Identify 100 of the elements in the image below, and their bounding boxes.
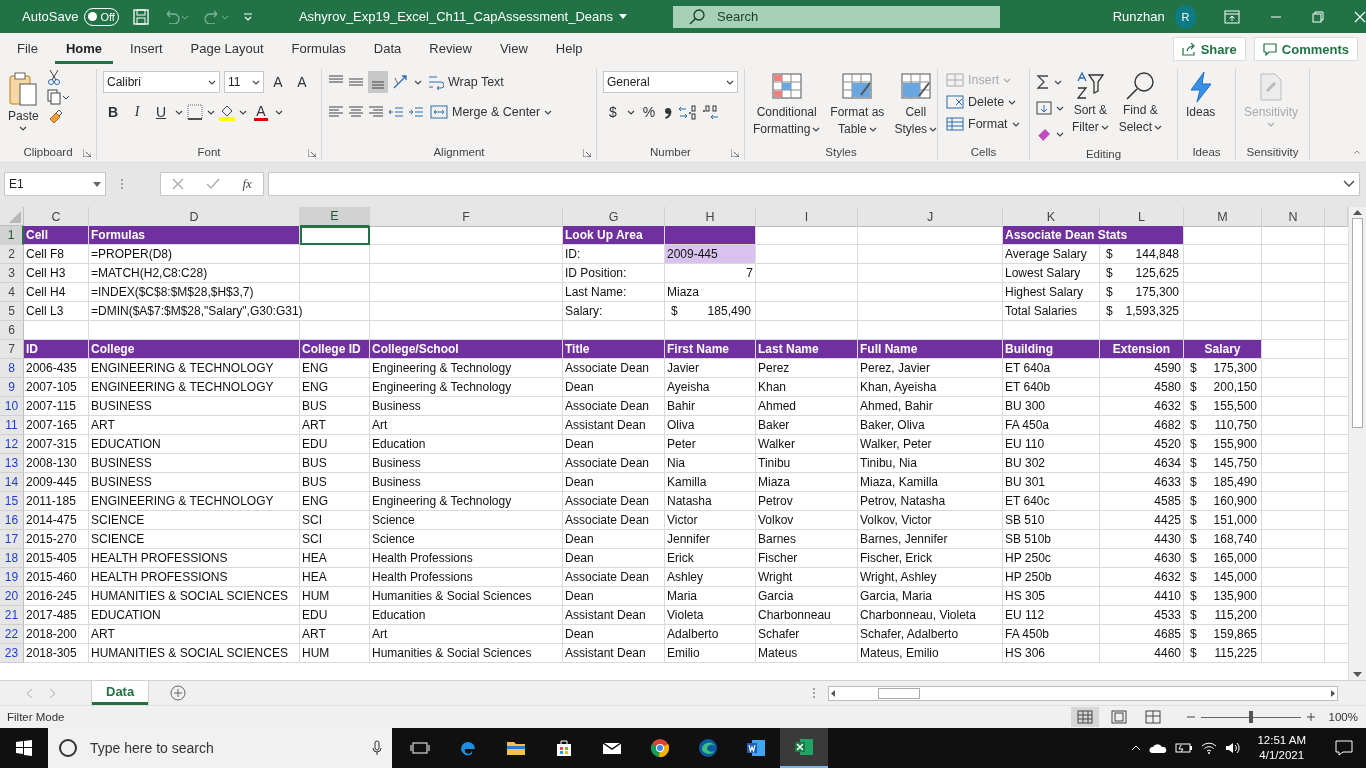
- table-cell: 2015-405: [24, 549, 89, 568]
- row-header[interactable]: 15: [0, 492, 24, 511]
- table-cell: Science: [370, 511, 563, 530]
- shrink-font-button[interactable]: A: [292, 71, 312, 93]
- column-header[interactable]: D: [89, 207, 300, 227]
- column-header[interactable]: M: [1184, 207, 1262, 227]
- row-header[interactable]: 2: [0, 245, 24, 264]
- column-header[interactable]: L: [1100, 207, 1184, 227]
- table-cell: Business: [370, 454, 563, 473]
- row-header[interactable]: 8: [0, 359, 24, 378]
- table-cell: Engineering & Technology: [370, 359, 563, 378]
- menu-tab[interactable]: Review: [418, 34, 483, 64]
- clock-time[interactable]: 12:51 AM: [1257, 733, 1306, 748]
- row-header[interactable]: 11: [0, 416, 24, 435]
- row-header[interactable]: 16: [0, 511, 24, 530]
- table-cell: Associate Dean: [563, 511, 665, 530]
- row-header[interactable]: 9: [0, 378, 24, 397]
- group-label: Sensitivity: [1246, 146, 1299, 158]
- format-cells-button[interactable]: Format: [944, 113, 1022, 135]
- number-format-field[interactable]: General: [603, 71, 738, 93]
- share-button[interactable]: Share: [1172, 37, 1246, 61]
- menu-tab[interactable]: File: [6, 34, 49, 64]
- row-header[interactable]: 10: [0, 397, 24, 416]
- table-cell: ENG: [300, 378, 370, 397]
- table-cell: =MATCH(H2,C8:C28): [89, 264, 300, 283]
- column-heading: College ID: [300, 340, 370, 359]
- delete-cells-button[interactable]: Delete: [944, 91, 1022, 113]
- ideas-button[interactable]: Ideas: [1184, 69, 1218, 122]
- row-header[interactable]: 12: [0, 435, 24, 454]
- row-header[interactable]: 20: [0, 587, 24, 606]
- row-header[interactable]: 1: [0, 226, 24, 245]
- conditional-formatting-button[interactable]: Conditional Formatting: [751, 69, 823, 139]
- table-cell: ET 640b: [1003, 378, 1100, 397]
- menu-tab[interactable]: Insert: [119, 34, 174, 64]
- italic-button[interactable]: I: [127, 101, 147, 123]
- taskbar-search-field[interactable]: Type here to search: [48, 728, 392, 768]
- row-header[interactable]: 4: [0, 283, 24, 302]
- format-as-table-button[interactable]: Format as Table: [828, 69, 887, 139]
- row-header[interactable]: 21: [0, 606, 24, 625]
- sort-filter-button[interactable]: Sort & Filter: [1070, 69, 1111, 137]
- underline-button[interactable]: U: [151, 101, 171, 123]
- column-heading: Look Up Area: [563, 226, 665, 245]
- row-header[interactable]: 13: [0, 454, 24, 473]
- column-header[interactable]: F: [370, 207, 563, 227]
- table-cell: 4632: [1100, 397, 1184, 416]
- cell-styles-button[interactable]: Cell Styles: [892, 69, 940, 139]
- table-cell: $ 144,848: [1100, 245, 1184, 264]
- menu-tab[interactable]: Page Layout: [179, 34, 275, 64]
- column-header[interactable]: C: [24, 207, 89, 227]
- bold-button[interactable]: B: [103, 101, 123, 123]
- merge-center-button[interactable]: Merge & Center: [428, 101, 555, 123]
- row-header[interactable]: 6: [0, 321, 24, 340]
- column-header[interactable]: H: [665, 207, 756, 227]
- row-header[interactable]: 7: [0, 340, 24, 359]
- currency-button[interactable]: $: [603, 101, 623, 123]
- column-header[interactable]: I: [756, 207, 858, 227]
- name-box[interactable]: E1: [4, 172, 106, 196]
- font-size-field[interactable]: 11: [224, 71, 264, 93]
- percent-button[interactable]: %: [639, 101, 659, 123]
- row-header[interactable]: 19: [0, 568, 24, 587]
- column-header[interactable]: K: [1003, 207, 1100, 227]
- paste-button[interactable]: Paste: [6, 69, 41, 133]
- insert-function-button[interactable]: fx: [242, 176, 252, 192]
- table-cell: Baker, Oliva: [858, 416, 1003, 435]
- font-name-field[interactable]: Calibri: [103, 71, 220, 93]
- menu-tab[interactable]: View: [488, 34, 539, 64]
- row-header[interactable]: 5: [0, 302, 24, 321]
- font-color-button[interactable]: A: [251, 101, 271, 123]
- search-field[interactable]: Search: [673, 5, 1000, 28]
- group-label: Ideas: [1192, 146, 1221, 158]
- table-cell: EDU: [300, 435, 370, 454]
- grow-font-button[interactable]: A: [268, 71, 288, 93]
- table-cell: Science: [370, 530, 563, 549]
- wrap-text-button[interactable]: Wrap Text: [426, 71, 506, 93]
- column-header[interactable]: E: [300, 207, 370, 227]
- column-header[interactable]: G: [563, 207, 665, 227]
- table-cell: Petrov: [756, 492, 858, 511]
- find-select-button[interactable]: Find & Select: [1116, 69, 1165, 137]
- table-cell: $ 1,593,325: [1100, 302, 1184, 321]
- sheet-tab[interactable]: Data: [92, 681, 149, 705]
- row-header[interactable]: 17: [0, 530, 24, 549]
- menu-tab[interactable]: Help: [544, 34, 594, 64]
- row-header[interactable]: 22: [0, 625, 24, 644]
- column-header[interactable]: N: [1262, 207, 1325, 227]
- user-avatar[interactable]: R: [1174, 4, 1196, 29]
- table-cell: 2007-165: [24, 416, 89, 435]
- menu-tab[interactable]: Data: [362, 34, 413, 64]
- table-cell: 2006-435: [24, 359, 89, 378]
- column-header[interactable]: J: [858, 207, 1003, 227]
- autosave-label: AutoSave: [22, 9, 79, 24]
- row-header[interactable]: 18: [0, 549, 24, 568]
- menu-tab[interactable]: Formulas: [280, 34, 357, 64]
- row-header[interactable]: 3: [0, 264, 24, 283]
- comments-button[interactable]: Comments: [1253, 37, 1358, 61]
- row-header[interactable]: 14: [0, 473, 24, 492]
- table-cell: Erick: [665, 549, 756, 568]
- zoom-level[interactable]: 100%: [1328, 711, 1358, 723]
- row-header[interactable]: 23: [0, 644, 24, 663]
- clock-date[interactable]: 4/1/2021: [1259, 748, 1305, 763]
- table-cell: Assistant Dean: [563, 606, 665, 625]
